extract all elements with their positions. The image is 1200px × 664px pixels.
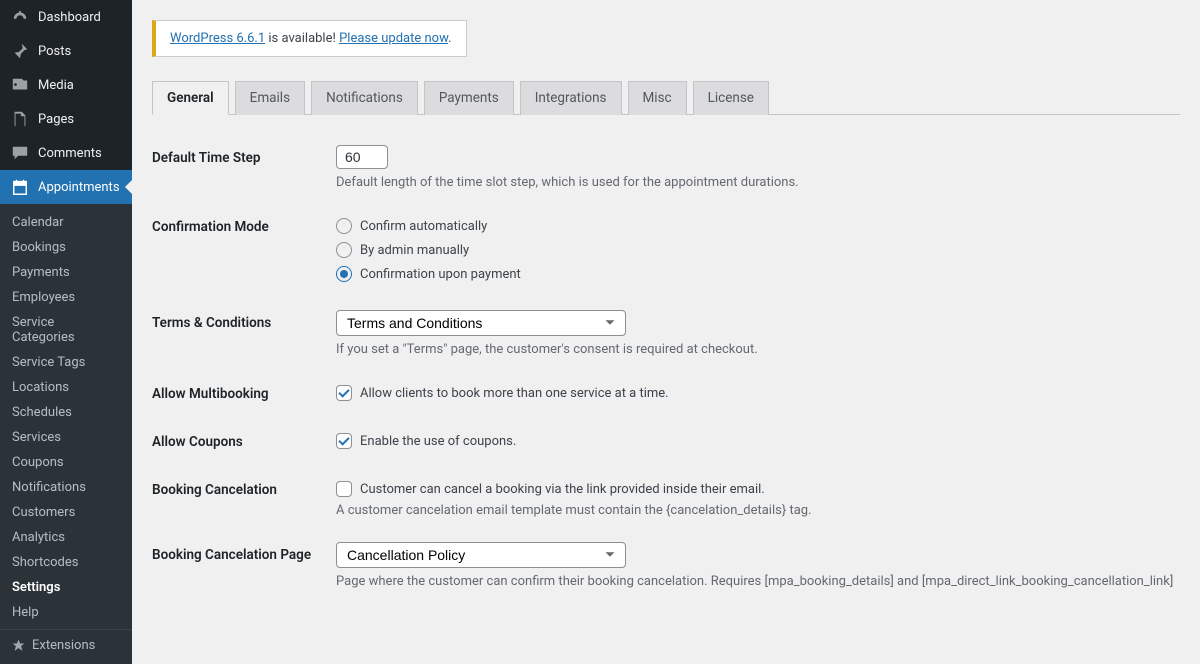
tab-general[interactable]: General xyxy=(152,81,229,115)
sidebar-item-label: Comments xyxy=(38,146,102,161)
comments-icon xyxy=(10,143,30,163)
checkbox-label: Customer can cancel a booking via the li… xyxy=(360,482,765,497)
desc-terms: If you set a "Terms" page, the customer'… xyxy=(336,342,1180,357)
row-multibooking: Allow Multibooking Allow clients to book… xyxy=(152,369,1180,417)
media-icon xyxy=(10,75,30,95)
update-now-link[interactable]: Please update now xyxy=(339,31,448,46)
sidebar-item-label: Pages xyxy=(38,112,74,127)
tab-emails[interactable]: Emails xyxy=(235,81,305,115)
update-notice: WordPress 6.6.1 is available! Please upd… xyxy=(152,20,467,57)
sidebar-item-label: Media xyxy=(38,78,74,93)
sidebar-item-media[interactable]: Media xyxy=(0,68,132,102)
row-terms: Terms & Conditions Terms and Conditions … xyxy=(152,298,1180,369)
submenu-item-locations[interactable]: Locations xyxy=(0,375,132,400)
submenu-item-bookings[interactable]: Bookings xyxy=(0,235,132,260)
desc-cancel-page: Page where the customer can confirm thei… xyxy=(336,574,1180,589)
checkbox-label: Enable the use of coupons. xyxy=(360,434,516,449)
row-confirmation: Confirmation Mode Confirm automatically … xyxy=(152,202,1180,298)
admin-sidebar: Dashboard Posts Media Pages Comments App… xyxy=(0,0,132,589)
tab-license[interactable]: License xyxy=(693,81,769,115)
sidebar-item-label: Posts xyxy=(38,44,71,59)
tab-integrations[interactable]: Integrations xyxy=(520,81,622,115)
sidebar-item-comments[interactable]: Comments xyxy=(0,136,132,170)
label-cancel: Booking Cancelation xyxy=(152,477,336,498)
submenu-item-help[interactable]: Help xyxy=(0,600,132,625)
submenu-item-service-categories[interactable]: Service Categories xyxy=(0,310,132,350)
label-confirmation: Confirmation Mode xyxy=(152,214,336,235)
tab-notifications[interactable]: Notifications xyxy=(311,81,418,115)
radio-confirm-manual[interactable] xyxy=(336,242,352,258)
sidebar-submenu: Calendar Bookings Payments Employees Ser… xyxy=(0,204,132,664)
submenu-item-shortcodes[interactable]: Shortcodes xyxy=(0,550,132,575)
submenu-item-service-tags[interactable]: Service Tags xyxy=(0,350,132,375)
settings-tabs: General Emails Notifications Payments In… xyxy=(152,81,1180,115)
submenu-item-analytics[interactable]: Analytics xyxy=(0,525,132,550)
label-multibooking: Allow Multibooking xyxy=(152,381,336,402)
radio-confirm-payment[interactable] xyxy=(336,266,352,282)
wp-version-link[interactable]: WordPress 6.6.1 xyxy=(170,31,265,46)
submenu-item-employees[interactable]: Employees xyxy=(0,285,132,310)
row-cancel-page: Booking Cancelation Page Cancellation Po… xyxy=(152,530,1180,589)
submenu-item-payments[interactable]: Payments xyxy=(0,260,132,285)
page-icon xyxy=(10,109,30,129)
sidebar-item-posts[interactable]: Posts xyxy=(0,34,132,68)
label-coupons: Allow Coupons xyxy=(152,429,336,450)
time-step-input[interactable] xyxy=(336,145,388,169)
calendar-icon xyxy=(10,177,30,197)
multibooking-checkbox[interactable] xyxy=(336,385,352,401)
radio-label: Confirm automatically xyxy=(360,219,487,234)
sidebar-item-appointments[interactable]: Appointments xyxy=(0,170,132,204)
submenu-item-schedules[interactable]: Schedules xyxy=(0,400,132,425)
radio-label: Confirmation upon payment xyxy=(360,267,521,282)
submenu-item-customers[interactable]: Customers xyxy=(0,500,132,525)
sidebar-item-dashboard[interactable]: Dashboard xyxy=(0,0,132,34)
submenu-item-settings[interactable]: Settings xyxy=(0,575,132,600)
submenu-item-services[interactable]: Services xyxy=(0,425,132,450)
row-coupons: Allow Coupons Enable the use of coupons. xyxy=(152,417,1180,465)
row-time-step: Default Time Step Default length of the … xyxy=(152,133,1180,202)
notice-text: is available! xyxy=(265,31,339,46)
main-content: WordPress 6.6.1 is available! Please upd… xyxy=(132,0,1200,589)
checkbox-label: Allow clients to book more than one serv… xyxy=(360,386,669,401)
terms-select[interactable]: Terms and Conditions xyxy=(336,310,626,336)
tab-payments[interactable]: Payments xyxy=(424,81,514,115)
dashboard-icon xyxy=(10,7,30,27)
submenu-item-extensions[interactable]: Extensions xyxy=(0,629,132,658)
sidebar-item-pages[interactable]: Pages xyxy=(0,102,132,136)
desc-time-step: Default length of the time slot step, wh… xyxy=(336,175,1180,190)
label-time-step: Default Time Step xyxy=(152,145,336,166)
radio-label: By admin manually xyxy=(360,243,469,258)
label-terms: Terms & Conditions xyxy=(152,310,336,331)
star-icon xyxy=(12,639,26,653)
row-cancel: Booking Cancelation Customer can cancel … xyxy=(152,465,1180,530)
cancel-page-select[interactable]: Cancellation Policy xyxy=(336,542,626,568)
radio-confirm-auto[interactable] xyxy=(336,218,352,234)
coupons-checkbox[interactable] xyxy=(336,433,352,449)
pin-icon xyxy=(10,41,30,61)
cancel-checkbox[interactable] xyxy=(336,481,352,497)
tab-misc[interactable]: Misc xyxy=(628,81,687,115)
submenu-item-label: Extensions xyxy=(32,638,95,653)
label-cancel-page: Booking Cancelation Page xyxy=(152,542,336,563)
desc-cancel: A customer cancelation email template mu… xyxy=(336,503,1180,518)
sidebar-item-label: Dashboard xyxy=(38,10,101,25)
submenu-item-calendar[interactable]: Calendar xyxy=(0,210,132,235)
submenu-item-notifications[interactable]: Notifications xyxy=(0,475,132,500)
submenu-item-coupons[interactable]: Coupons xyxy=(0,450,132,475)
sidebar-item-label: Appointments xyxy=(38,180,120,195)
